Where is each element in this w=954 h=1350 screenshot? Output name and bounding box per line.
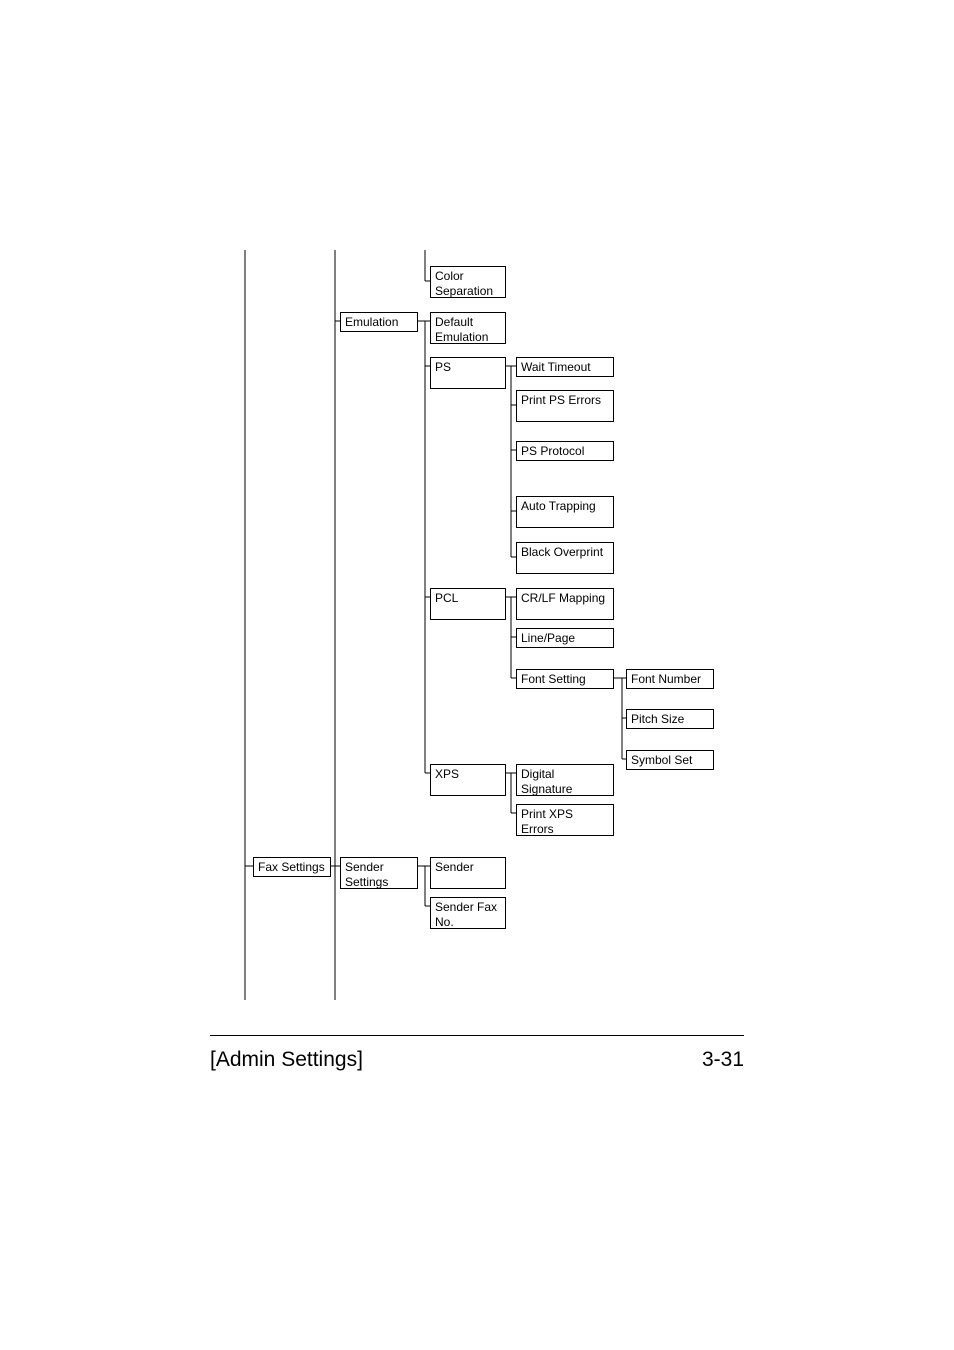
node-label: Digital Signature bbox=[521, 767, 609, 797]
node-label: PS bbox=[435, 360, 451, 375]
node-wait-timeout: Wait Timeout bbox=[516, 357, 614, 377]
node-label: Sender Fax No. bbox=[435, 900, 501, 930]
node-label: PCL bbox=[435, 591, 458, 606]
node-sender-fax-no: Sender Fax No. bbox=[430, 897, 506, 929]
node-ps: PS bbox=[430, 357, 506, 389]
node-sender-settings: Sender Settings bbox=[340, 857, 418, 889]
node-label: Wait Timeout bbox=[521, 360, 591, 375]
node-black-overprint: Black Overprint bbox=[516, 542, 614, 574]
node-print-xps-errors: Print XPS Errors bbox=[516, 804, 614, 836]
node-print-ps-errors: Print PS Errors bbox=[516, 390, 614, 422]
node-xps: XPS bbox=[430, 764, 506, 796]
node-label: Fax Settings bbox=[258, 860, 325, 875]
node-fax-settings: Fax Settings bbox=[253, 857, 331, 877]
node-label: Default Emulation bbox=[435, 315, 501, 345]
node-label: Sender bbox=[435, 860, 474, 875]
node-label: Symbol Set bbox=[631, 753, 692, 768]
node-label: Pitch Size bbox=[631, 712, 684, 727]
node-label: CR/LF Mapping bbox=[521, 591, 605, 606]
node-crlf-mapping: CR/LF Mapping bbox=[516, 588, 614, 620]
node-default-emulation: Default Emulation bbox=[430, 312, 506, 344]
node-label: Sender Settings bbox=[345, 860, 413, 890]
node-auto-trapping: Auto Trapping bbox=[516, 496, 614, 528]
node-pcl: PCL bbox=[430, 588, 506, 620]
footer-left: [Admin Settings] bbox=[210, 1048, 363, 1072]
node-ps-protocol: PS Protocol bbox=[516, 441, 614, 461]
node-symbol-set: Symbol Set bbox=[626, 750, 714, 770]
node-pitch-size: Pitch Size bbox=[626, 709, 714, 729]
node-label: Font Setting bbox=[521, 672, 586, 687]
node-label: Print XPS Errors bbox=[521, 807, 609, 837]
footer-right: 3-31 bbox=[702, 1048, 744, 1072]
connector-lines bbox=[0, 0, 954, 1350]
node-font-number: Font Number bbox=[626, 669, 714, 689]
node-label: Auto Trapping bbox=[521, 499, 596, 514]
node-label: Color Separation bbox=[435, 269, 501, 299]
node-line-page: Line/Page bbox=[516, 628, 614, 648]
node-digital-signature: Digital Signature bbox=[516, 764, 614, 796]
node-label: Line/Page bbox=[521, 631, 575, 646]
node-label: Black Overprint bbox=[521, 545, 603, 560]
node-label: Print PS Errors bbox=[521, 393, 601, 408]
node-label: XPS bbox=[435, 767, 459, 782]
node-label: Font Number bbox=[631, 672, 701, 687]
node-label: Emulation bbox=[345, 315, 398, 330]
node-label: PS Protocol bbox=[521, 444, 584, 459]
page-root: Color Separation Emulation Default Emula… bbox=[0, 0, 954, 1350]
node-emulation: Emulation bbox=[340, 312, 418, 332]
node-font-setting: Font Setting bbox=[516, 669, 614, 689]
node-sender: Sender bbox=[430, 857, 506, 889]
node-color-separation: Color Separation bbox=[430, 266, 506, 298]
footer-rule bbox=[210, 1035, 744, 1036]
